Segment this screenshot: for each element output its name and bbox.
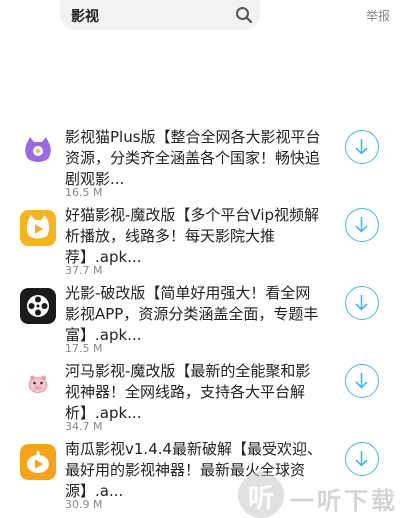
search-icon[interactable] <box>235 6 253 24</box>
list-item[interactable]: 河马影视-魔改版【最新的全能聚和影视神器！全网线路，支持各大平台解析】.apk.… <box>0 358 400 436</box>
download-button[interactable] <box>345 286 379 320</box>
report-link[interactable]: 举报 <box>366 7 390 24</box>
pumpkin-icon <box>20 444 56 480</box>
watermark-logo-char: 听 <box>247 484 274 514</box>
download-icon <box>355 373 368 389</box>
watermark: 听 一听下载 <box>238 472 400 518</box>
search-box[interactable]: 影视 <box>60 0 260 30</box>
app-size: 37.7 M <box>65 264 103 277</box>
search-input[interactable]: 影视 <box>71 6 99 26</box>
list-item[interactable]: 光影-破改版【简单好用强大！看全网影视APP，资源分类涵盖全面，专题丰富】.ap… <box>0 280 400 358</box>
download-icon <box>355 451 368 467</box>
film-reel-icon <box>20 288 56 324</box>
watermark-text: 一听下载 <box>290 487 398 515</box>
app-title[interactable]: 好猫影视-魔改版【多个平台Vip视频解析播放，线路多！每天影院大推荐】.apk.… <box>65 205 325 268</box>
list-item[interactable]: 影视猫Plus版【整合全网各大影视平台资源，分类齐全涵盖各个国家！畅快追剧观影.… <box>0 124 400 202</box>
app-title[interactable]: 河马影视-魔改版【最新的全能聚和影视神器！全网线路，支持各大平台解析】.apk.… <box>65 361 325 424</box>
app-size: 30.9 M <box>65 498 103 511</box>
purple-cat-icon <box>20 132 56 168</box>
download-icon <box>355 139 368 155</box>
list-item[interactable]: 好猫影视-魔改版【多个平台Vip视频解析播放，线路多！每天影院大推荐】.apk.… <box>0 202 400 280</box>
watermark-logo-icon: 听 <box>238 472 284 518</box>
download-button[interactable] <box>345 442 379 476</box>
orange-cat-play-icon <box>20 210 56 246</box>
app-size: 34.7 M <box>65 420 103 433</box>
download-icon <box>355 295 368 311</box>
hippo-icon <box>20 366 56 402</box>
top-bar: 影视 举报 <box>0 0 400 30</box>
app-title[interactable]: 影视猫Plus版【整合全网各大影视平台资源，分类齐全涵盖各个国家！畅快追剧观影.… <box>65 127 325 190</box>
download-button[interactable] <box>345 208 379 242</box>
app-size: 17.5 M <box>65 342 103 355</box>
download-button[interactable] <box>345 130 379 164</box>
app-size: 16.5 M <box>65 186 103 199</box>
app-title[interactable]: 光影-破改版【简单好用强大！看全网影视APP，资源分类涵盖全面，专题丰富】.ap… <box>65 283 325 346</box>
download-button[interactable] <box>345 364 379 398</box>
app-list: 影视猫Plus版【整合全网各大影视平台资源，分类齐全涵盖各个国家！畅快追剧观影.… <box>0 124 400 514</box>
download-icon <box>355 217 368 233</box>
